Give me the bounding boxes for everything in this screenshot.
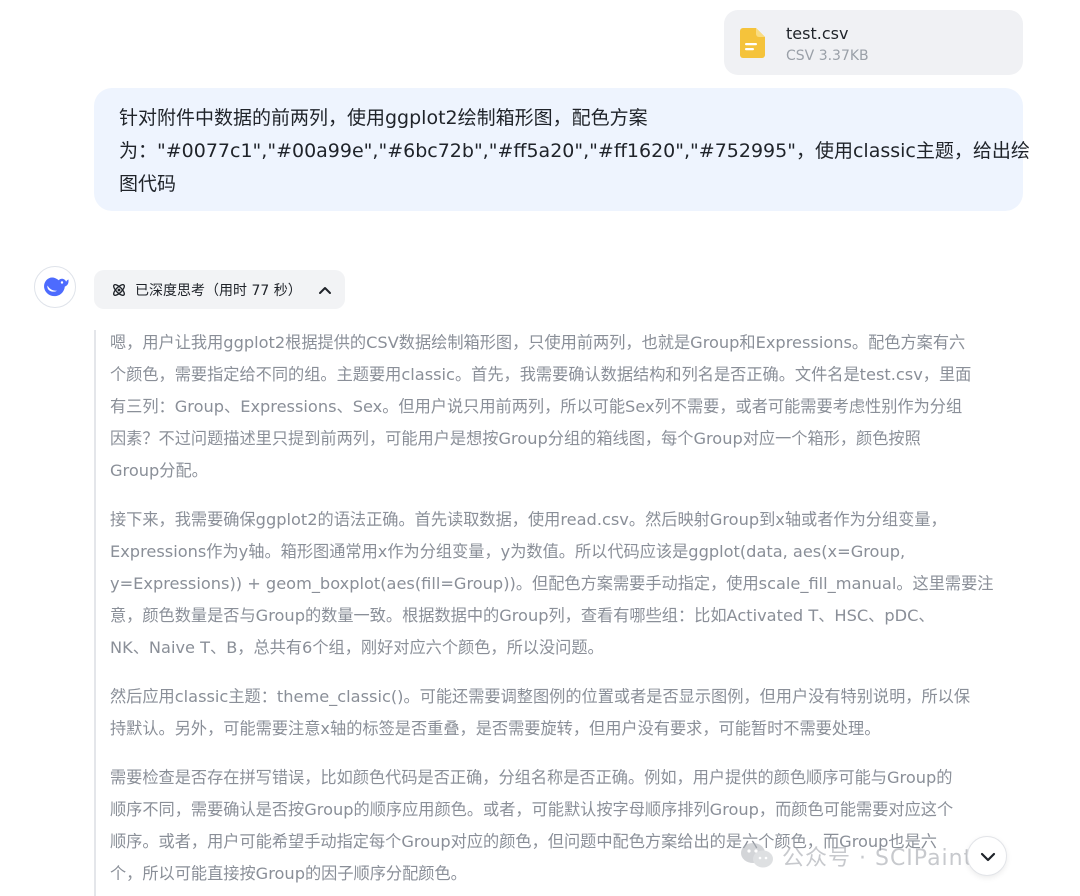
thought-line: 接下来，我需要确保ggplot2的语法正确。首先读取数据，使用read.csv。… [110, 510, 947, 529]
chat-page: test.csv CSV 3.37KB 针对附件中数据的前两列，使用ggplot… [0, 0, 1080, 896]
thought-line: 嗯，用户让我用ggplot2根据提供的CSV数据绘制箱形图，只使用前两列，也就是… [110, 333, 966, 352]
thought-divider [94, 330, 96, 896]
document-icon [740, 28, 765, 58]
attachment-card[interactable]: test.csv CSV 3.37KB [724, 10, 1023, 75]
thought-line: 因素？不过问题描述里只提到前两列，可能用户是想按Group分组的箱线图，每个Gr… [110, 429, 921, 448]
atom-icon [113, 283, 125, 296]
wechat-logo-icon [741, 843, 773, 868]
thought-line: 意，颜色数量是否与Group的数量一致。根据数据中的Group列，查看有哪些组：… [110, 606, 935, 625]
thought-line: 持默认。另外，可能需要注意x轴的标签是否重叠，是否需要旋转，但用户没有要求，可能… [110, 719, 881, 738]
thought-line: y=Expressions)) + geom_boxplot(aes(fill=… [110, 574, 994, 593]
chevron-down-icon [980, 852, 996, 862]
thought-line: 个颜色，需要指定给不同的组。主题要用classic。首先，我需要确认数据结构和列… [110, 365, 972, 384]
thought-line: 顺序不同，需要确认是否按Group的顺序应用颜色。或者，可能默认按字母顺序排列G… [110, 800, 954, 819]
thought-line: 然后应用classic主题：theme_classic()。可能还需要调整图例的… [110, 687, 971, 706]
assistant-avatar [34, 266, 76, 308]
thought-line: Expressions作为y轴。箱形图通常用x作为分组变量，y为数值。所以代码应… [110, 542, 906, 561]
thought-line: 有三列：Group、Expressions、Sex。但用户说只用前两列，所以可能… [110, 397, 963, 416]
user-message-line: 针对附件中数据的前两列，使用ggplot2绘制箱形图，配色方案 [119, 107, 648, 129]
deep-thought-toggle[interactable]: 已深度思考（用时 77 秒） [94, 270, 345, 309]
deep-thought-label: 已深度思考（用时 77 秒） [135, 282, 302, 299]
whale-logo-icon [44, 277, 69, 297]
chevron-up-icon [318, 286, 331, 294]
thought-line: NK、Naive T、B，总共有6个组，刚好对应六个颜色，所以没问题。 [110, 638, 604, 657]
user-message-line: 为："#0077c1","#00a99e","#6bc72b","#ff5a20… [119, 140, 1030, 162]
attachment-file-meta: CSV 3.37KB [786, 48, 869, 64]
thought-paragraph: 然后应用classic主题：theme_classic()。可能还需要调整图例的… [110, 681, 1030, 745]
user-message-line: 图代码 [119, 173, 177, 195]
scroll-to-bottom-button[interactable] [967, 836, 1007, 876]
thought-line: Group分配。 [110, 461, 208, 480]
thought-paragraph: 嗯，用户让我用ggplot2根据提供的CSV数据绘制箱形图，只使用前两列，也就是… [110, 327, 1030, 487]
thought-paragraph: 接下来，我需要确保ggplot2的语法正确。首先读取数据，使用read.csv。… [110, 504, 1030, 664]
attachment-file-name: test.csv [786, 24, 849, 43]
user-message-bubble: 针对附件中数据的前两列，使用ggplot2绘制箱形图，配色方案 为："#0077… [94, 88, 1030, 211]
watermark: 公众号 · SCIPainter [740, 834, 998, 878]
thought-content: 嗯，用户让我用ggplot2根据提供的CSV数据绘制箱形图，只使用前两列，也就是… [110, 327, 1030, 896]
thought-line: 需要检查是否存在拼写错误，比如颜色代码是否正确，分组名称是否正确。例如，用户提供… [110, 768, 953, 787]
watermark-text: 公众号 · SCIPainter [782, 846, 998, 871]
